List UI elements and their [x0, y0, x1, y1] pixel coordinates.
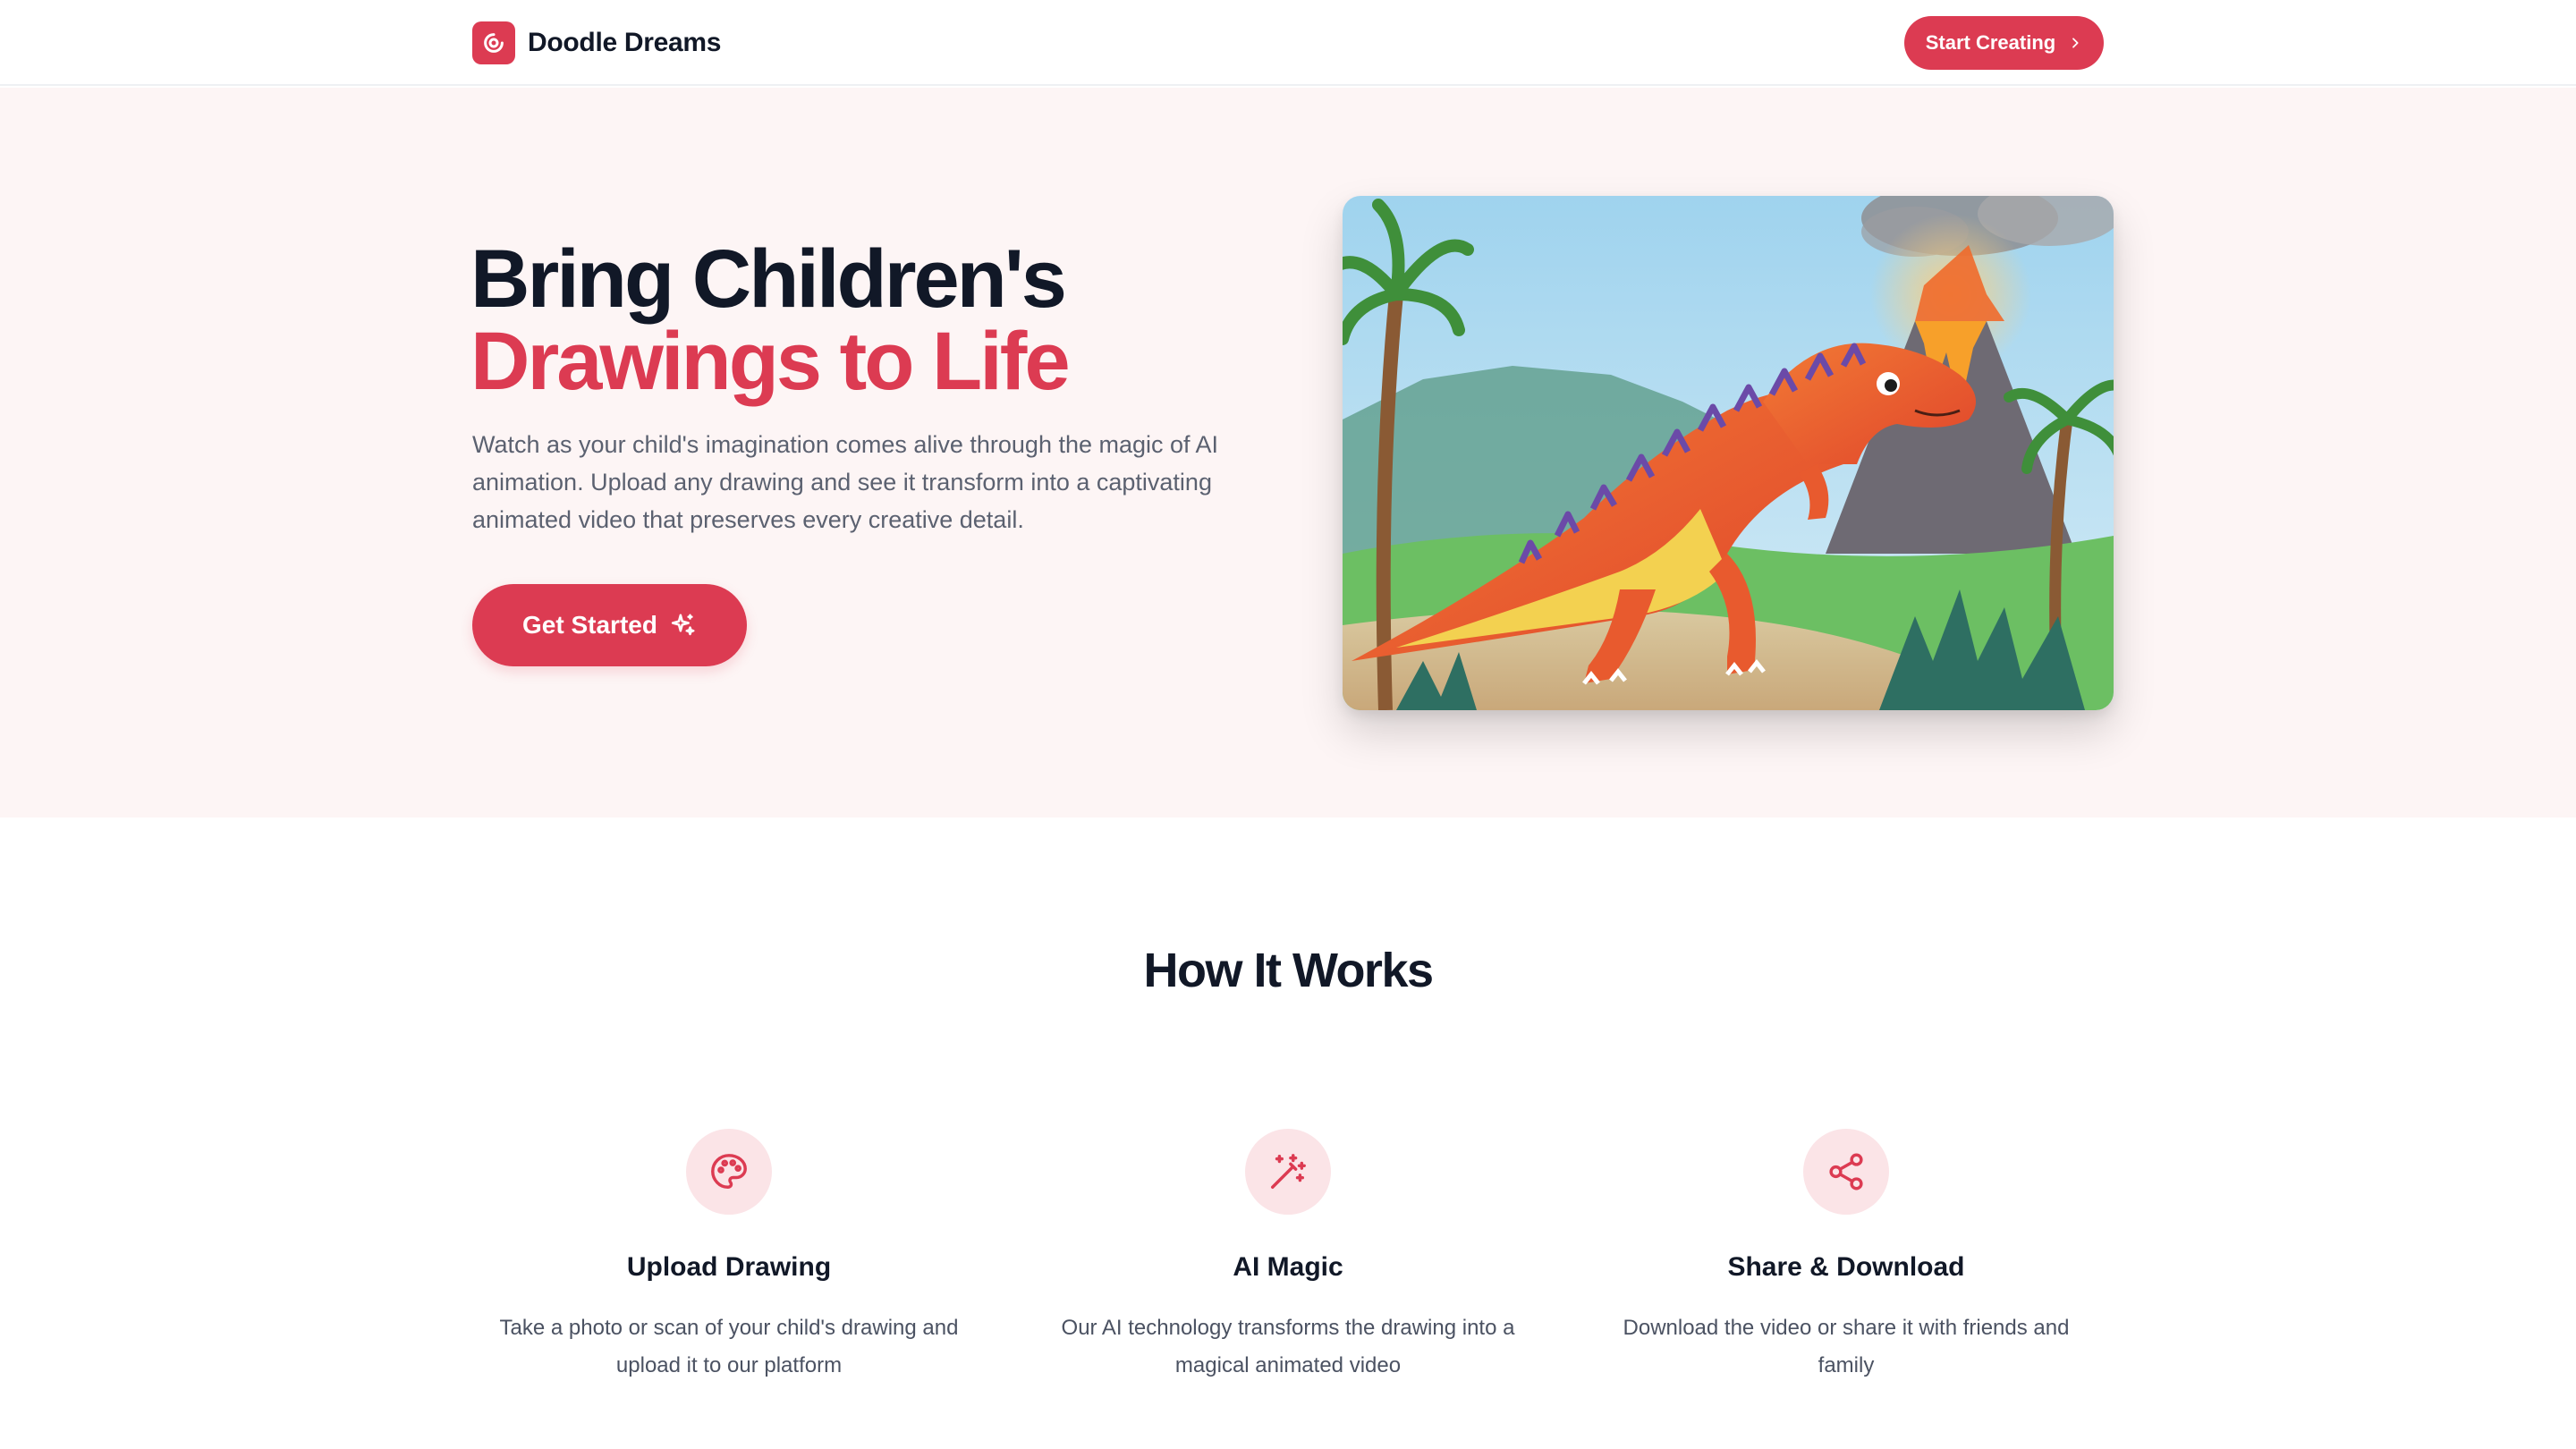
get-started-label: Get Started	[522, 611, 657, 639]
palette-icon	[686, 1129, 772, 1215]
step-description: Take a photo or scan of your child's dra…	[499, 1316, 959, 1377]
step-title: Share & Download	[1727, 1252, 1965, 1282]
step-share-download: Share & Download Download the video or s…	[1578, 1129, 2114, 1385]
step-description: Download the video or share it with frie…	[1623, 1316, 2070, 1377]
step-upload-drawing: Upload Drawing Take a photo or scan of y…	[461, 1129, 997, 1385]
step-title: AI Magic	[1233, 1252, 1343, 1282]
hero-title-line2: Drawings to Life	[470, 316, 1071, 407]
hero-section: Bring Children's Drawings to Life Watch …	[0, 88, 2576, 818]
brand[interactable]: Doodle Dreams	[472, 21, 721, 64]
hero-title: Bring Children's Drawings to Life	[470, 238, 1275, 402]
dinosaur-illustration	[1343, 196, 2114, 710]
step-ai-magic: AI Magic Our AI technology transforms th…	[1020, 1129, 1556, 1385]
step-title: Upload Drawing	[626, 1252, 832, 1282]
sparkles-icon	[671, 614, 695, 636]
share-icon	[1803, 1129, 1889, 1215]
start-creating-button[interactable]: Start Creating	[1904, 16, 2104, 70]
section-title: How It Works	[1143, 944, 1434, 997]
step-description: Our AI technology transforms the drawing…	[1061, 1316, 1515, 1377]
brand-name: Doodle Dreams	[528, 28, 722, 57]
start-creating-label: Start Creating	[1925, 31, 2056, 54]
hero-title-line1: Bring Children's	[470, 233, 1067, 325]
logo-icon	[472, 21, 515, 64]
site-header: Doodle Dreams Start Creating	[0, 0, 2576, 86]
hero-description: Watch as your child's imagination comes …	[472, 431, 1219, 533]
magic-wand-icon	[1245, 1129, 1331, 1215]
get-started-button[interactable]: Get Started	[472, 584, 747, 666]
chevron-right-icon	[2072, 38, 2079, 48]
